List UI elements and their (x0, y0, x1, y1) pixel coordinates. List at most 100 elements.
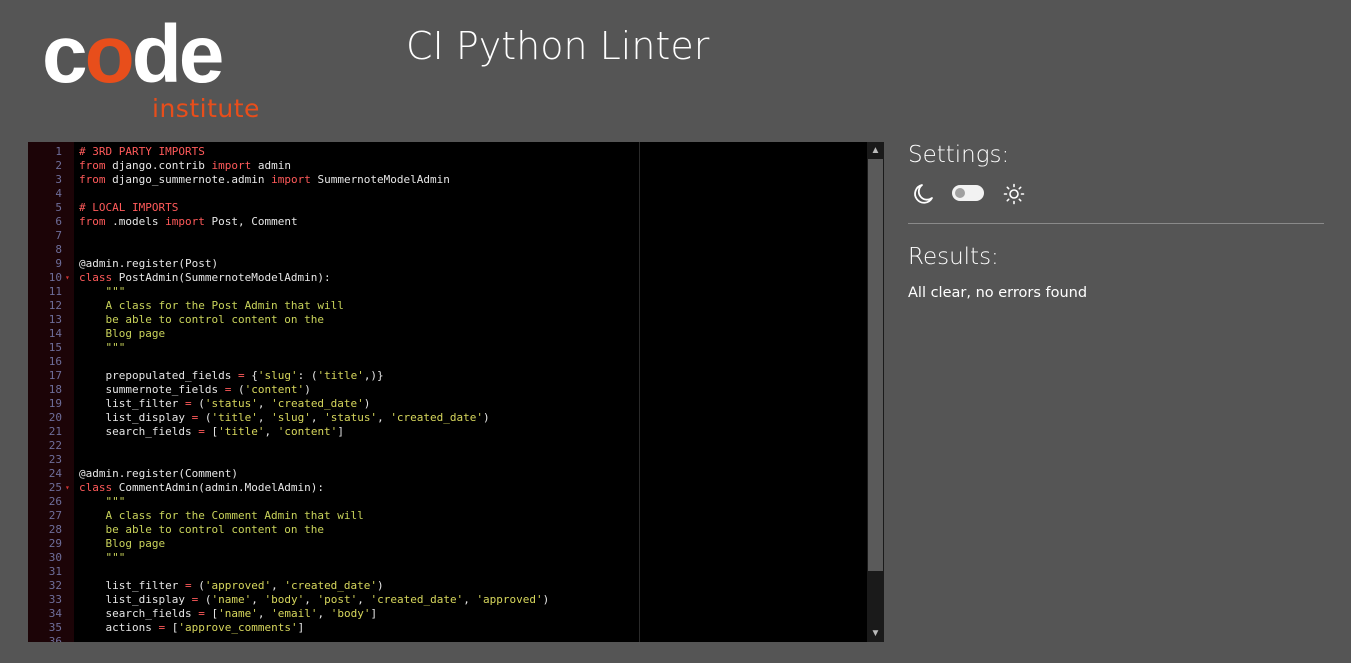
code-token: """ (79, 495, 126, 508)
code-token: @admin.register(Comment) (79, 467, 238, 480)
code-token: , (304, 593, 318, 606)
line-number: 22 (48, 439, 62, 452)
code-line[interactable]: 31 (28, 565, 868, 579)
code-token: ) (363, 397, 371, 410)
logo-wordmark: code (42, 9, 224, 100)
line-code: class CommentAdmin(admin.ModelAdmin): (79, 481, 324, 495)
code-token: from (79, 173, 106, 186)
code-token: 'title' (317, 369, 364, 382)
code-token: 'body' (330, 607, 371, 620)
code-token: django_summernote.admin (105, 173, 272, 186)
line-code: A class for the Comment Admin that will (79, 509, 363, 523)
code-token: import (271, 173, 311, 186)
code-line[interactable]: 19 list_filter = ('status', 'created_dat… (28, 397, 868, 411)
code-line[interactable]: 8 (28, 243, 868, 257)
line-number: 32 (48, 579, 62, 592)
code-lines[interactable]: 1 # 3RD PARTY IMPORTS 2 from django.contrib… (28, 145, 868, 642)
code-line[interactable]: 23 (28, 453, 868, 467)
line-code: list_filter = ('approved', 'created_date… (79, 579, 384, 593)
code-line[interactable]: 27 A class for the Comment Admin that wi… (28, 509, 868, 523)
code-line[interactable]: 2 from django.contrib import admin (28, 159, 868, 173)
code-token: list_filter (79, 579, 185, 592)
scrollbar-thumb[interactable] (868, 159, 883, 571)
code-token: PostAdmin(SummernoteModelAdmin): (112, 271, 331, 284)
editor-scrollbar[interactable]: ▲ ▼ (867, 142, 884, 642)
code-token: import (211, 159, 252, 172)
code-line[interactable]: 10 ▾ class PostAdmin(SummernoteModelAdmin)… (28, 271, 868, 285)
code-token: A class for the Post Admin that will (79, 299, 344, 312)
code-line[interactable]: 22 (28, 439, 868, 453)
line-number: 30 (48, 551, 62, 564)
code-token: # 3RD PARTY IMPORTS (79, 145, 205, 158)
code-token: 'name' (218, 607, 258, 620)
line-code: list_display = ('name', 'body', 'post', … (79, 593, 549, 607)
line-code: summernote_fields = ('content') (79, 383, 310, 397)
results-message: All clear, no errors found (908, 285, 1088, 301)
page-title: CI Python Linter (406, 24, 710, 68)
line-code: Blog page (79, 537, 165, 551)
line-number: 16 (48, 355, 62, 368)
code-token: 'body' (264, 593, 305, 606)
code-line[interactable]: 30 """ (28, 551, 868, 565)
code-token: 'created_date' (271, 397, 364, 410)
code-line[interactable]: 6 from .models import Post, Comment (28, 215, 868, 229)
code-token: 'created_date' (370, 593, 464, 606)
code-token: 'created_date' (284, 579, 378, 592)
line-number: 17 (48, 369, 62, 382)
code-line[interactable]: 5 # LOCAL IMPORTS (28, 201, 868, 215)
fold-arrow-icon[interactable]: ▾ (65, 271, 70, 285)
code-token: , (310, 411, 325, 424)
code-line[interactable]: 21 search_fields = ['title', 'content'] (28, 425, 868, 439)
code-token: be able to control content on the (79, 523, 325, 536)
code-line[interactable]: 13 be able to control content on the (28, 313, 868, 327)
code-line[interactable]: 26 """ (28, 495, 868, 509)
code-line[interactable]: 29 Blog page (28, 537, 868, 551)
code-token: list_display (79, 593, 192, 606)
code-token: @admin.register(Post) (79, 257, 219, 270)
theme-toggle-row (912, 182, 1032, 206)
scroll-up-icon[interactable]: ▲ (867, 142, 884, 159)
code-line[interactable]: 36 (28, 635, 868, 642)
fold-arrow-icon[interactable]: ▾ (65, 481, 70, 495)
code-token: ] (370, 607, 378, 620)
code-line[interactable]: 16 (28, 355, 868, 369)
code-token: ) (377, 579, 384, 592)
code-line[interactable]: 34 search_fields = ['name', 'email', 'bo… (28, 607, 868, 621)
code-line[interactable]: 20 list_display = ('title', 'slug', 'sta… (28, 411, 868, 425)
code-line[interactable]: 35 actions = ['approve_comments'] (28, 621, 868, 635)
code-token: ] (297, 621, 305, 634)
code-line[interactable]: 14 Blog page (28, 327, 868, 341)
code-line[interactable]: 12 A class for the Post Admin that will (28, 299, 868, 313)
line-number: 13 (48, 313, 62, 326)
code-line[interactable]: 4 (28, 187, 868, 201)
code-token: 'content' (244, 383, 305, 396)
code-token: django.contrib (105, 159, 212, 172)
results-heading: Results: (908, 244, 999, 270)
line-number: 33 (48, 593, 62, 606)
code-line[interactable]: 25 ▾ class CommentAdmin(admin.ModelAdmin): (28, 481, 868, 495)
code-token: { (244, 369, 258, 382)
code-line[interactable]: 1 # 3RD PARTY IMPORTS (28, 145, 868, 159)
code-line[interactable]: 11 """ (28, 285, 868, 299)
code-token: ( (198, 593, 212, 606)
line-number: 6 (55, 215, 62, 228)
code-line[interactable]: 18 summernote_fields = ('content') (28, 383, 868, 397)
code-line[interactable]: 32 list_filter = ('approved', 'created_d… (28, 579, 868, 593)
code-token: , (257, 607, 272, 620)
code-line[interactable]: 17 prepopulated_fields = {'slug': ('titl… (28, 369, 868, 383)
theme-toggle-switch[interactable] (952, 185, 984, 201)
code-line[interactable]: 33 list_display = ('name', 'body', 'post… (28, 593, 868, 607)
scroll-down-icon[interactable]: ▼ (867, 625, 884, 642)
line-code: """ (79, 285, 125, 299)
code-token: list_display (79, 411, 192, 424)
code-line[interactable]: 28 be able to control content on the (28, 523, 868, 537)
code-token: Blog page (79, 537, 166, 550)
code-line[interactable]: 9 @admin.register(Post) (28, 257, 868, 271)
code-line[interactable]: 3 from django_summernote.admin import Sum… (28, 173, 868, 187)
line-code: @admin.register(Post) (79, 257, 218, 271)
code-token: Post, Comment (204, 215, 298, 228)
code-line[interactable]: 15 """ (28, 341, 868, 355)
code-editor[interactable]: 1 # 3RD PARTY IMPORTS 2 from django.contrib… (28, 142, 884, 642)
code-line[interactable]: 7 (28, 229, 868, 243)
code-line[interactable]: 24 @admin.register(Comment) (28, 467, 868, 481)
